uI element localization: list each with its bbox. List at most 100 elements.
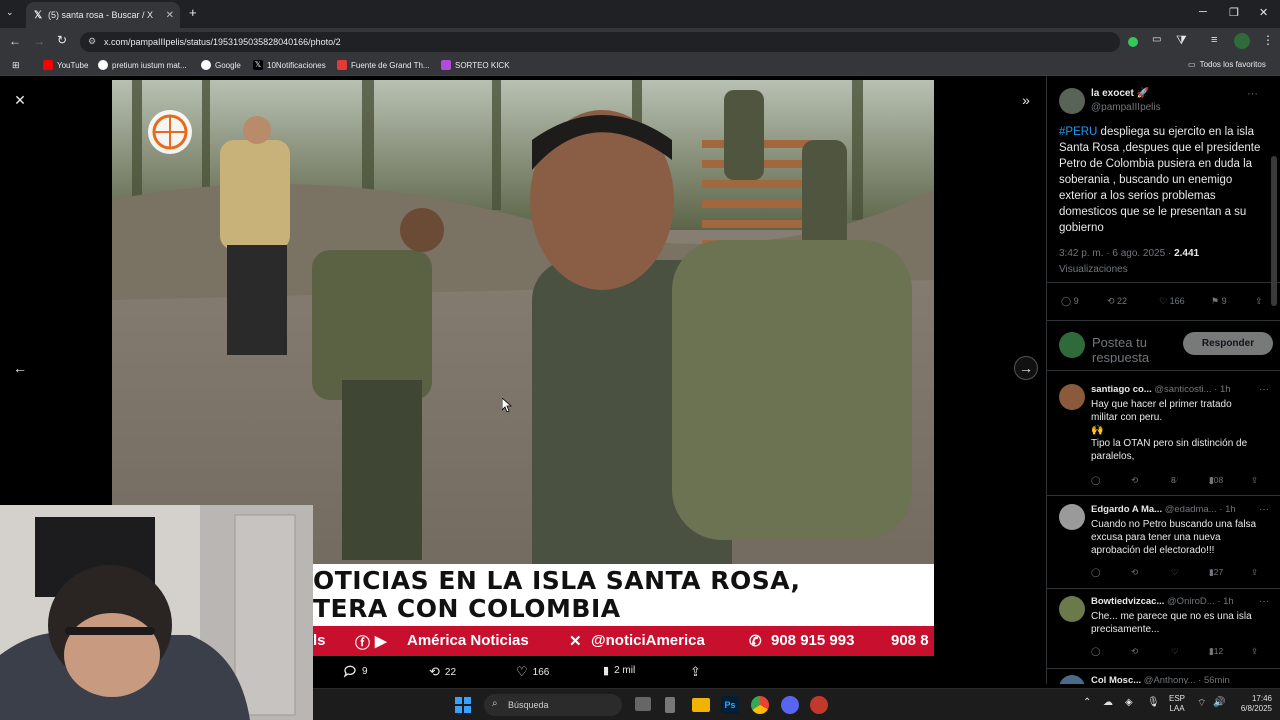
keyboard-layout: LAA — [1169, 704, 1185, 713]
onedrive-icon[interactable]: ☁ — [1103, 697, 1113, 708]
restore-icon[interactable]: ❐ — [1229, 6, 1239, 19]
cursor-icon — [501, 397, 513, 413]
extension-icon[interactable]: ▭ — [1152, 34, 1161, 45]
language-indicator[interactable]: ESP LAA — [1169, 694, 1185, 714]
reply-avatar[interactable] — [1059, 504, 1085, 530]
bookmark-notificaciones[interactable]: 𝕏 10Notificaciones — [253, 60, 326, 70]
more-options-icon[interactable]: ··· — [1259, 596, 1269, 607]
reply-avatar[interactable] — [1059, 596, 1085, 622]
app-red-icon[interactable] — [810, 696, 828, 714]
repost-icon[interactable]: ⟲ — [1131, 567, 1138, 578]
bookmark-grand-theft[interactable]: Fuente de Grand Th... — [337, 60, 430, 70]
bookmark-stat[interactable]: ⚑ 9 — [1211, 296, 1227, 307]
share-button[interactable]: ⇪ — [690, 664, 701, 680]
share-icon[interactable]: ⇪ — [1251, 567, 1258, 578]
reply-item[interactable]: santiago co... @santicosti... · 1h ··· H… — [1059, 384, 1269, 494]
tab-close-icon[interactable]: ✕ — [166, 10, 174, 21]
reply-name[interactable]: santiago co... — [1091, 384, 1152, 395]
wifi-icon[interactable]: ⌔ — [1197, 697, 1206, 710]
author-name[interactable]: la exocet 🚀 — [1091, 88, 1149, 99]
bookmark-sorteo-kick[interactable]: SORTEO KICK — [441, 60, 510, 70]
more-options-icon[interactable]: ··· — [1247, 88, 1258, 100]
repost-button[interactable]: ⟲ 22 — [429, 664, 456, 680]
reply-icon[interactable]: ◯ — [1091, 475, 1101, 486]
repost-stat[interactable]: ⟲ 22 — [1107, 296, 1127, 307]
back-icon[interactable]: ← — [9, 34, 21, 48]
discord-icon[interactable] — [781, 696, 799, 714]
view-count: 127 — [1209, 567, 1224, 577]
divider — [1047, 370, 1280, 371]
author-avatar[interactable] — [1059, 88, 1085, 114]
reload-icon[interactable]: ↻ — [57, 33, 67, 47]
post-time[interactable]: 3:42 p. m. · 6 ago. 2025 · — [1059, 248, 1174, 259]
collapse-panel-icon[interactable]: » — [1014, 88, 1038, 112]
reply-item[interactable]: Bowtiedvizcac... @OniroD... · 1h ··· Che… — [1059, 596, 1269, 666]
views-button[interactable]: ▮ 2 mil — [603, 664, 635, 677]
reply-item[interactable]: Edgardo A Ma... @edadma... · 1h ··· Cuan… — [1059, 504, 1269, 588]
next-photo-icon[interactable]: → — [1014, 356, 1038, 380]
photoshop-icon[interactable]: Ps — [721, 696, 739, 714]
repost-icon[interactable]: ⟲ — [1131, 475, 1138, 486]
share-icon[interactable]: ⇪ — [1255, 296, 1263, 307]
volume-icon[interactable]: 🔊 — [1213, 697, 1225, 708]
like-button[interactable]: ♡ 166 — [516, 664, 549, 680]
clock[interactable]: 17:46 6/8/2025 — [1230, 694, 1272, 714]
bookmark-google[interactable]: Google — [201, 60, 241, 70]
bookmark-pretium[interactable]: pretium iustum mat... — [98, 60, 187, 70]
google-icon — [98, 60, 108, 70]
menu-icon[interactable]: ⋮ — [1262, 33, 1274, 47]
app-icon[interactable] — [665, 697, 675, 713]
reply-icon[interactable]: ◯ — [1091, 646, 1101, 657]
bookmark-icon: ⚑ — [1211, 296, 1222, 306]
address-bar[interactable]: ⚙ x.com/pampaIIIpelis/status/19531950358… — [80, 32, 1120, 52]
tray-chevron-icon[interactable]: ⌃ — [1083, 697, 1091, 708]
extensions-puzzle-icon[interactable]: ⧩ — [1176, 33, 1187, 48]
reply-submit-button[interactable]: Responder — [1183, 332, 1273, 355]
reply-avatar[interactable] — [1059, 384, 1085, 410]
apps-icon[interactable]: ⊞ — [12, 60, 20, 71]
browser-tab[interactable]: 𝕏 (5) santa rosa - Buscar / X ✕ — [26, 2, 180, 28]
microphone-icon[interactable]: 🎙 — [1147, 697, 1160, 708]
heart-icon[interactable]: ♡ — [1171, 567, 1179, 578]
task-view-icon[interactable] — [635, 697, 651, 711]
reply-stat[interactable]: ◯ 9 — [1061, 296, 1079, 307]
panel-scrollbar[interactable] — [1271, 156, 1277, 306]
reply-name[interactable]: Edgardo A Ma... — [1091, 504, 1162, 515]
reply-name[interactable]: Col Mosc... — [1091, 675, 1141, 684]
previous-photo-icon[interactable]: ← — [8, 356, 32, 380]
share-icon[interactable]: ⇪ — [1251, 475, 1258, 486]
chrome-icon[interactable] — [751, 696, 769, 714]
reply-avatar[interactable] — [1059, 675, 1085, 684]
more-options-icon[interactable]: ··· — [1259, 384, 1269, 395]
bookmark-youtube[interactable]: YouTube — [43, 60, 88, 70]
forward-icon[interactable]: → — [33, 34, 45, 48]
share-icon[interactable]: ⇪ — [1251, 646, 1258, 657]
reply-name[interactable]: Bowtiedvizcac... — [1091, 596, 1164, 607]
reply-item[interactable]: Col Mosc... @Anthony... · 56min — [1059, 675, 1269, 684]
reply-input[interactable]: Postea tu respuesta — [1092, 335, 1178, 363]
author-handle[interactable]: @pampaIIIpelis — [1091, 102, 1161, 113]
new-tab-button[interactable]: + — [189, 5, 197, 20]
more-options-icon[interactable]: ··· — [1259, 504, 1269, 515]
taskbar-search[interactable]: ⌕ Búsqueda — [484, 694, 622, 716]
reading-list-icon[interactable]: ≡ — [1211, 34, 1217, 46]
all-favorites[interactable]: ▭ Todos los favoritos — [1188, 60, 1266, 69]
site-info-icon[interactable]: ⚙ — [88, 36, 96, 47]
start-icon[interactable] — [455, 697, 471, 713]
network-icon[interactable]: ◈ — [1125, 697, 1133, 708]
repost-icon[interactable]: ⟲ — [1131, 646, 1138, 657]
heart-icon[interactable]: ♡ — [1171, 646, 1179, 657]
like-stat[interactable]: ♡ 166 — [1159, 296, 1185, 307]
profile-avatar[interactable] — [1234, 33, 1250, 49]
file-explorer-icon[interactable] — [692, 698, 710, 712]
window-close-icon[interactable]: ✕ — [1259, 6, 1268, 19]
reply-button[interactable]: 9 — [343, 664, 368, 678]
extension-green-icon[interactable] — [1128, 37, 1138, 47]
hashtag-link[interactable]: #PERU — [1059, 126, 1097, 138]
reply-icon[interactable]: ◯ — [1091, 567, 1101, 578]
minimize-icon[interactable]: ─ — [1199, 6, 1207, 18]
ticker: ls ⓕ ▶ América Noticias ✕ @noticiAmerica… — [313, 632, 933, 652]
close-viewer-icon[interactable]: ✕ — [8, 88, 32, 112]
bookmark-label: Google — [215, 60, 241, 70]
tab-search-icon[interactable]: ⌄ — [6, 7, 14, 18]
